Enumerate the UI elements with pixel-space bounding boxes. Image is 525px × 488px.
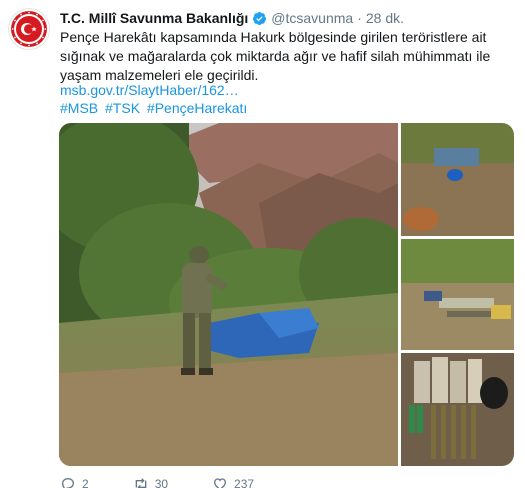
- display-name[interactable]: T.C. Millî Savunma Bakanlığı: [60, 10, 248, 26]
- like-count: 237: [234, 477, 255, 488]
- heart-icon: [214, 478, 227, 488]
- reply-button[interactable]: 2: [60, 476, 89, 488]
- reply-count: 2: [82, 477, 89, 488]
- media-grid: [59, 123, 514, 466]
- tweet-header: T.C. Millî Savunma Bakanlığı @tcsavunma …: [60, 8, 404, 28]
- thumbnail-2[interactable]: [401, 239, 514, 350]
- like-button[interactable]: 237: [212, 476, 254, 488]
- thumbnail-3[interactable]: [401, 353, 514, 466]
- main-photo[interactable]: [59, 123, 419, 466]
- avatar[interactable]: [8, 8, 50, 50]
- handle[interactable]: @tcsavunma: [271, 10, 353, 26]
- msb-emblem-icon: [11, 11, 47, 47]
- retweet-count: 30: [154, 477, 169, 488]
- tweet-link[interactable]: msb.gov.tr/SlaytHaber/162…: [60, 81, 515, 100]
- hashtag-list: #MSB #TSK #PençeHarekatı: [60, 99, 515, 118]
- retweet-icon: [135, 478, 147, 488]
- hashtag-tsk[interactable]: #TSK: [105, 100, 140, 116]
- tweet[interactable]: T.C. Millî Savunma Bakanlığı @tcsavunma …: [0, 0, 525, 488]
- reply-icon: [61, 477, 75, 488]
- tweet-text: Pençe Harekâtı kapsamında Hakurk bölgesi…: [60, 29, 491, 83]
- hashtag-msb[interactable]: #MSB: [60, 100, 98, 116]
- hashtag-pence-harekati[interactable]: #PençeHarekatı: [147, 100, 247, 116]
- separator-dot: ·: [357, 10, 362, 26]
- timestamp[interactable]: 28 dk.: [366, 10, 404, 26]
- verified-badge-icon: [252, 11, 267, 26]
- tweet-actions: 2 30 237: [60, 476, 298, 488]
- retweet-button[interactable]: 30: [133, 476, 168, 488]
- thumbnail-1[interactable]: [401, 123, 514, 236]
